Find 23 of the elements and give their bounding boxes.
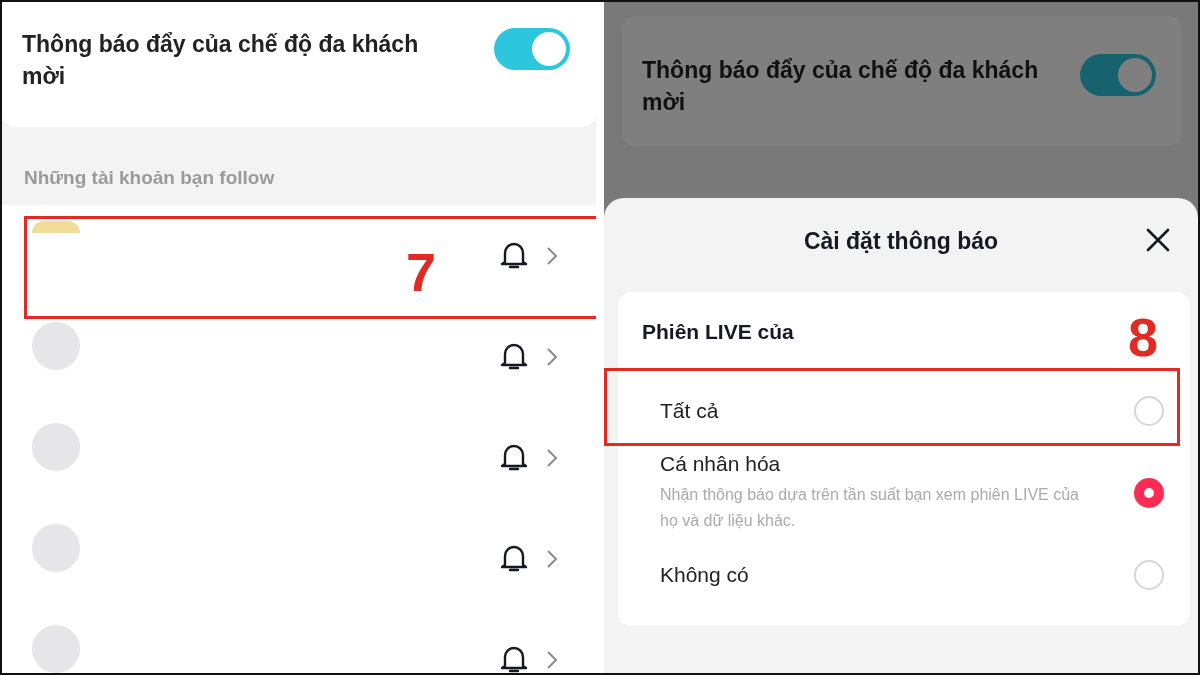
option-label: Cá nhân hóa <box>660 452 782 476</box>
chevron-icon <box>546 649 558 670</box>
close-icon[interactable] <box>1146 228 1170 252</box>
option-label: Tất cả <box>660 399 719 423</box>
option-label: Không có <box>660 563 749 587</box>
toggle-switch[interactable] <box>494 28 570 70</box>
radio-option[interactable]: Cá nhân hóa Nhận thông báo dựa trên tần suất bạn xem phiên LIVE của họ và dữ liệu khác. <box>618 452 1190 534</box>
section-heading: Phiên LIVE của <box>641 320 794 344</box>
chevron-icon <box>546 346 558 367</box>
option-description: Nhận thông báo dựa trên tần suất bạn xem phiên LIVE của họ và dữ liệu khác. <box>660 485 1080 531</box>
radio-option[interactable]: Không có <box>618 534 1190 616</box>
radio-button[interactable] <box>1134 478 1164 508</box>
step-number: 8 <box>1128 310 1159 364</box>
setting-label: Thông báo đẩy của chế độ đa khách mời <box>642 56 1040 117</box>
step-number: 7 <box>406 245 437 299</box>
chevron-icon <box>546 447 558 468</box>
sheet-title: Cài đặt thông báo <box>803 227 999 255</box>
radio-option[interactable]: Tất cả <box>618 370 1190 452</box>
chevron-icon <box>546 548 558 569</box>
toggle-switch[interactable] <box>1080 54 1156 96</box>
section-label: Những tài khoản bạn follow <box>23 166 276 190</box>
setting-label: Thông báo đẩy của chế độ đa khách mời <box>22 30 420 91</box>
chevron-icon <box>546 245 558 266</box>
